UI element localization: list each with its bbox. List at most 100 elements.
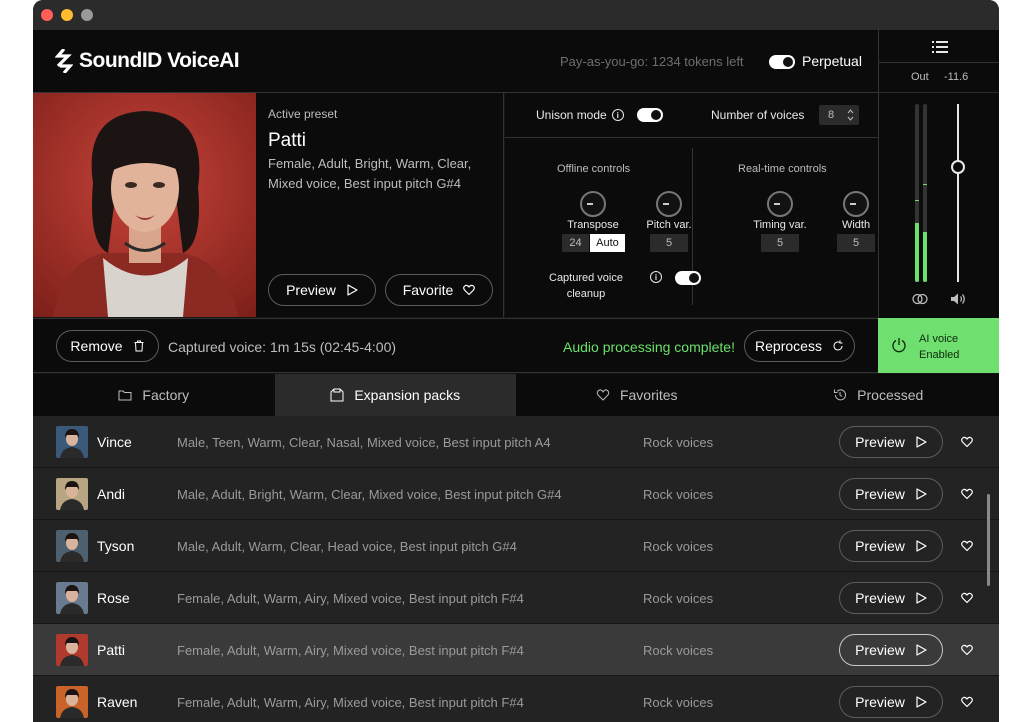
voice-row[interactable]: Andi Male, Adult, Bright, Warm, Clear, Mi… <box>33 468 999 520</box>
tab-processed[interactable]: Processed <box>758 374 1000 416</box>
list-menu-icon[interactable] <box>932 40 948 54</box>
number-of-voices-stepper[interactable]: 8 <box>819 105 859 125</box>
transpose-knob[interactable] <box>580 191 606 217</box>
voice-row[interactable]: Patti Female, Adult, Warm, Airy, Mixed vo… <box>33 624 999 676</box>
app-header: SoundID VoiceAI Pay-as-you-go: 1234 toke… <box>33 30 878 93</box>
tab-expansion-packs[interactable]: Expansion packs <box>274 374 516 416</box>
unison-mode-label: Unison mode i <box>536 108 624 122</box>
preset-favorite-button[interactable]: Favorite <box>385 274 493 306</box>
heart-icon <box>596 389 610 401</box>
voice-name: Rose <box>97 590 130 606</box>
voice-controls-panel: Unison mode i Number of voices 8 Offline… <box>505 93 878 317</box>
favorite-heart-icon[interactable] <box>961 644 973 656</box>
voice-name: Tyson <box>97 538 135 554</box>
active-preset-photo <box>33 93 256 317</box>
trash-icon <box>134 340 144 352</box>
voice-tags: Female, Adult, Warm, Airy, Mixed voice, … <box>177 695 524 710</box>
voice-preview-label: Preview <box>855 486 905 502</box>
favorite-heart-icon[interactable] <box>961 592 973 604</box>
pitch-variation-knob[interactable] <box>656 191 682 217</box>
pitch-variation-value[interactable]: 5 <box>650 234 688 252</box>
favorite-heart-icon[interactable] <box>961 540 973 552</box>
info-icon[interactable]: i <box>611 109 624 121</box>
favorite-heart-icon[interactable] <box>961 488 973 500</box>
width-knob[interactable] <box>843 191 869 217</box>
voice-preview-button[interactable]: Preview <box>839 634 943 666</box>
offline-controls-label: Offline controls <box>557 163 631 175</box>
soundid-logo-icon <box>55 49 73 73</box>
refresh-icon <box>833 340 843 351</box>
transpose-auto-button[interactable]: Auto <box>590 234 625 252</box>
meter-divider-2 <box>879 92 999 93</box>
unison-mode-text: Unison mode <box>536 108 607 122</box>
voice-row[interactable]: Tyson Male, Adult, Warm, Clear, Head voic… <box>33 520 999 572</box>
voice-preview-label: Preview <box>855 642 905 658</box>
transpose-value[interactable]: 24 <box>562 234 589 252</box>
stepper-arrows-icon[interactable] <box>847 108 854 122</box>
play-icon <box>347 284 358 296</box>
voice-preview-label: Preview <box>855 694 905 710</box>
favorite-heart-icon[interactable] <box>961 696 973 708</box>
transpose-label: Transpose <box>567 219 619 231</box>
app-window: SoundID VoiceAI Pay-as-you-go: 1234 toke… <box>33 0 999 722</box>
voice-row[interactable]: Rose Female, Adult, Warm, Airy, Mixed voi… <box>33 572 999 624</box>
voice-avatar <box>56 686 88 718</box>
voice-avatar <box>56 530 88 562</box>
voice-pack: Rock voices <box>643 591 714 606</box>
voice-tags: Female, Adult, Warm, Airy, Mixed voice, … <box>177 643 524 658</box>
list-scrollbar[interactable] <box>987 494 990 586</box>
voice-name: Andi <box>97 486 126 502</box>
timing-variation-knob[interactable] <box>767 191 793 217</box>
perpetual-toggle[interactable] <box>769 55 795 69</box>
voice-row[interactable]: Vince Male, Teen, Warm, Clear, Nasal, Mix… <box>33 416 999 468</box>
heart-icon <box>463 284 476 296</box>
active-preset-panel: Active preset Patti Female, Adult, Brigh… <box>256 93 504 317</box>
volume-fader-track[interactable] <box>957 104 959 282</box>
voice-preview-button[interactable]: Preview <box>839 686 943 718</box>
speaker-icon[interactable] <box>950 292 966 306</box>
active-preset-name: Patti <box>268 130 307 151</box>
captured-voice-cleanup-toggle[interactable] <box>675 271 701 285</box>
width-value[interactable]: 5 <box>837 234 875 252</box>
captured-voice-cleanup-label: Captured voice cleanup <box>532 270 640 302</box>
close-window-button[interactable] <box>41 9 53 21</box>
reprocess-label: Reprocess <box>755 338 822 354</box>
play-icon <box>916 488 927 500</box>
timing-variation-label: Timing var. <box>753 219 807 231</box>
reprocess-button[interactable]: Reprocess <box>744 330 855 362</box>
tab-factory[interactable]: Factory <box>33 374 275 416</box>
voice-preview-button[interactable]: Preview <box>839 478 943 510</box>
timing-variation-value[interactable]: 5 <box>761 234 799 252</box>
tab-processed-label: Processed <box>857 387 924 403</box>
voice-row[interactable]: Raven Female, Adult, Warm, Airy, Mixed vo… <box>33 676 999 722</box>
voice-preview-button[interactable]: Preview <box>839 426 943 458</box>
ai-voice-status: AI voice Enabled <box>919 331 959 363</box>
meter-divider <box>879 62 999 63</box>
captured-voice-duration: Captured voice: 1m 15s (02:45-4:00) <box>168 339 397 355</box>
preset-preview-button[interactable]: Preview <box>268 274 376 306</box>
voice-pack: Rock voices <box>643 539 714 554</box>
voice-preview-button[interactable]: Preview <box>839 582 943 614</box>
cleanup-info-icon[interactable]: i <box>650 271 662 283</box>
vu-left-fill <box>915 223 919 282</box>
realtime-controls-label: Real-time controls <box>738 163 827 175</box>
active-preset-label: Active preset <box>268 107 338 121</box>
zoom-window-button[interactable] <box>81 9 93 21</box>
voice-pack: Rock voices <box>643 435 714 450</box>
voice-preview-button[interactable]: Preview <box>839 530 943 562</box>
active-preset-tags: Female, Adult, Bright, Warm, Clear, Mixe… <box>268 156 472 191</box>
pitch-variation-label: Pitch var. <box>646 219 692 231</box>
favorite-heart-icon[interactable] <box>961 436 973 448</box>
ai-voice-toggle-button[interactable]: AI voice Enabled <box>878 318 999 373</box>
voice-avatar <box>56 634 88 666</box>
minimize-window-button[interactable] <box>61 9 73 21</box>
voice-tags: Female, Adult, Warm, Airy, Mixed voice, … <box>177 591 524 606</box>
number-of-voices-value: 8 <box>828 109 835 121</box>
tab-favorites[interactable]: Favorites <box>516 374 758 416</box>
voice-preview-label: Preview <box>855 538 905 554</box>
output-label: Out <box>911 71 929 83</box>
unison-mode-toggle[interactable] <box>637 108 663 122</box>
remove-capture-button[interactable]: Remove <box>56 330 159 362</box>
stereo-link-icon[interactable] <box>912 292 928 306</box>
volume-fader-handle[interactable] <box>951 160 965 174</box>
